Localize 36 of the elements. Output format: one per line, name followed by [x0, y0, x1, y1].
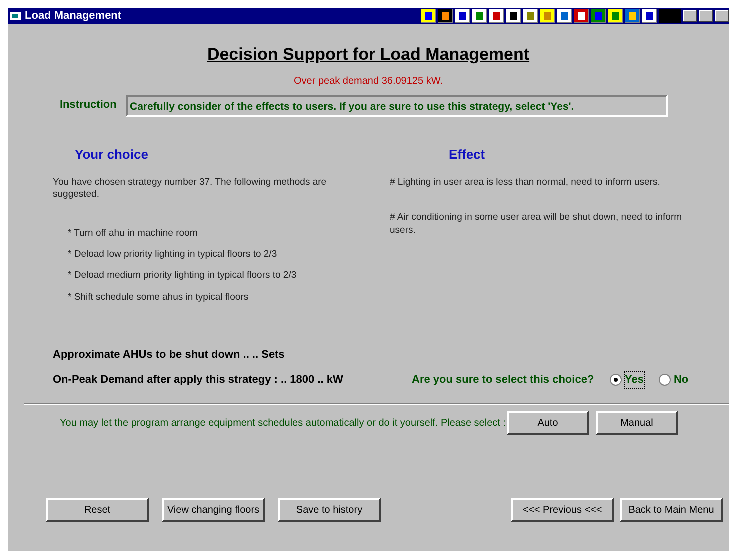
method-item: * Shift schedule some ahus in typical floors: [68, 292, 250, 304]
schedule-button[interactable]: Manual: [596, 411, 678, 436]
intro-text: You have chosen strategy number 37. The following methods are suggested.: [53, 177, 328, 202]
method-item: * Deload medium priority lighting in typical floors to 2/3: [68, 270, 298, 283]
method-item: * Turn off ahu in machine room: [68, 228, 199, 240]
question-text: Are you sure to select this choice?: [412, 372, 596, 388]
instruction-label: Instruction: [60, 98, 118, 114]
schedule-prompt: You may let the program arrange equipment schedules automatically or do it yourself. Please select :: [60, 416, 507, 431]
nav-button[interactable]: Back to Main Menu: [620, 498, 723, 522]
section-heading: Effect: [449, 146, 486, 164]
action-button[interactable]: Reset: [46, 498, 149, 522]
toolbar-icon[interactable]: [455, 9, 470, 23]
toolbar-icon[interactable]: [421, 9, 436, 23]
toolbar-icon[interactable]: [438, 9, 453, 23]
minimize-button[interactable]: [683, 10, 697, 22]
schedule-button[interactable]: Auto: [507, 411, 589, 436]
nav-button[interactable]: <<< Previous <<<: [511, 498, 614, 522]
effect-item: # Air conditioning in some user area will be shut down, need to inform users.: [390, 212, 684, 238]
restore-button[interactable]: [699, 10, 713, 22]
page-heading: Decision Support for Load Management: [206, 44, 531, 66]
window-title: Load Management: [25, 8, 122, 24]
radio-option[interactable]: No: [658, 372, 689, 388]
method-item: * Deload low priority lighting in typical floors to 2/3: [68, 249, 278, 262]
action-button[interactable]: View changing floors: [162, 498, 265, 522]
action-button[interactable]: Save to history: [278, 498, 381, 522]
toolbar-icon[interactable]: [506, 9, 521, 23]
window-icon: [10, 11, 22, 21]
ahus-text: Approximate AHUs to be shut down .. .. Sets: [53, 348, 286, 364]
demand-text: On-Peak Demand after apply this strategy : .. 1800 .. kW: [53, 372, 344, 388]
close-button[interactable]: [715, 10, 729, 22]
radio-option[interactable]: Yes: [610, 372, 644, 388]
effect-item: # Lighting in user area is less than normal, need to inform users.: [390, 177, 662, 190]
section-heading: Your choice: [75, 146, 150, 164]
over-peak-text: Over peak demand 36.09125 kW.: [293, 74, 444, 88]
instruction-field[interactable]: Carefully consider of the effects to users. If you are sure to use this strategy, select 'Yes'.: [126, 94, 668, 116]
toolbar-icon[interactable]: [642, 9, 657, 23]
